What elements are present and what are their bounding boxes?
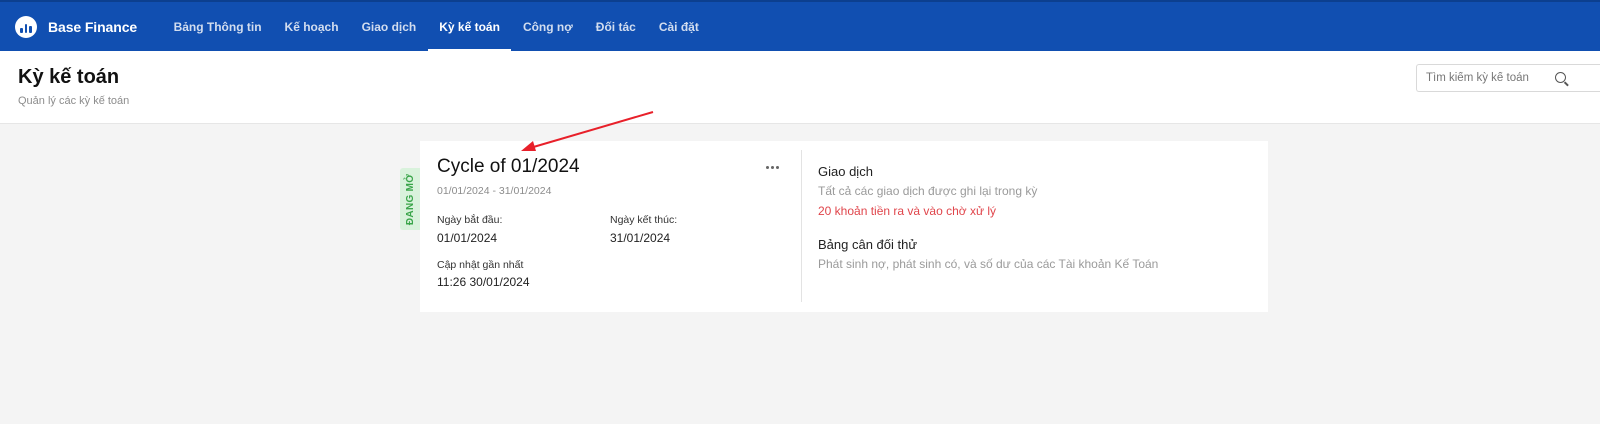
top-navigation-bar: Base Finance Bảng Thông tin Kế hoạch Gia…: [0, 0, 1600, 51]
end-date-label: Ngày kết thúc:: [610, 214, 678, 226]
end-date-value: 31/01/2024: [610, 231, 671, 245]
card-divider: [801, 150, 802, 302]
bar-chart-icon: [15, 15, 37, 38]
search-input[interactable]: [1417, 65, 1567, 91]
start-date-value: 01/01/2024: [437, 231, 498, 245]
cycle-title[interactable]: Cycle of 01/2024: [437, 156, 580, 178]
more-options-icon[interactable]: [766, 166, 779, 169]
trial-balance-description: Phát sinh nợ, phát sinh có, và số dư của…: [818, 257, 1159, 271]
nav-item-plan[interactable]: Kế hoạch: [273, 2, 350, 51]
nav-item-dashboard[interactable]: Bảng Thông tin: [162, 2, 273, 51]
pending-transactions-warning[interactable]: 20 khoản tiền ra và vào chờ xử lý: [818, 204, 996, 218]
page-header: Kỳ kế toán Quản lý các kỳ kế toán: [0, 51, 1600, 124]
nav-item-debts[interactable]: Công nợ: [511, 2, 584, 51]
trial-balance-link[interactable]: Bảng cân đối thử: [818, 237, 917, 252]
nav-item-settings[interactable]: Cài đặt: [647, 2, 710, 51]
brand-logo[interactable]: Base Finance: [15, 2, 137, 51]
nav-item-partners[interactable]: Đối tác: [584, 2, 647, 51]
last-updated-label: Cập nhật gần nhất: [437, 259, 524, 271]
nav-item-transactions[interactable]: Giao dịch: [350, 2, 428, 51]
brand-name: Base Finance: [48, 18, 138, 35]
last-updated-value: 11:26 30/01/2024: [437, 275, 530, 289]
start-date-label: Ngày bắt đầu:: [437, 214, 503, 226]
cycle-date-range: 01/01/2024 - 31/01/2024: [437, 185, 552, 197]
search-box: [1416, 64, 1600, 92]
status-badge: ĐANG MỞ: [400, 168, 422, 230]
status-label: ĐANG MỞ: [405, 173, 417, 225]
search-icon[interactable]: [1555, 72, 1566, 83]
accounting-period-card: Cycle of 01/2024 01/01/2024 - 31/01/2024…: [420, 141, 1268, 312]
main-nav: Bảng Thông tin Kế hoạch Giao dịch Kỳ kế …: [162, 2, 710, 51]
transactions-description: Tất cả các giao dịch được ghi lại trong …: [818, 184, 1038, 198]
nav-item-accounting-periods[interactable]: Kỳ kế toán: [427, 2, 512, 51]
page-title: Kỳ kế toán: [18, 66, 120, 88]
transactions-link[interactable]: Giao dịch: [818, 164, 873, 179]
page-subtitle: Quản lý các kỳ kế toán: [18, 95, 130, 107]
